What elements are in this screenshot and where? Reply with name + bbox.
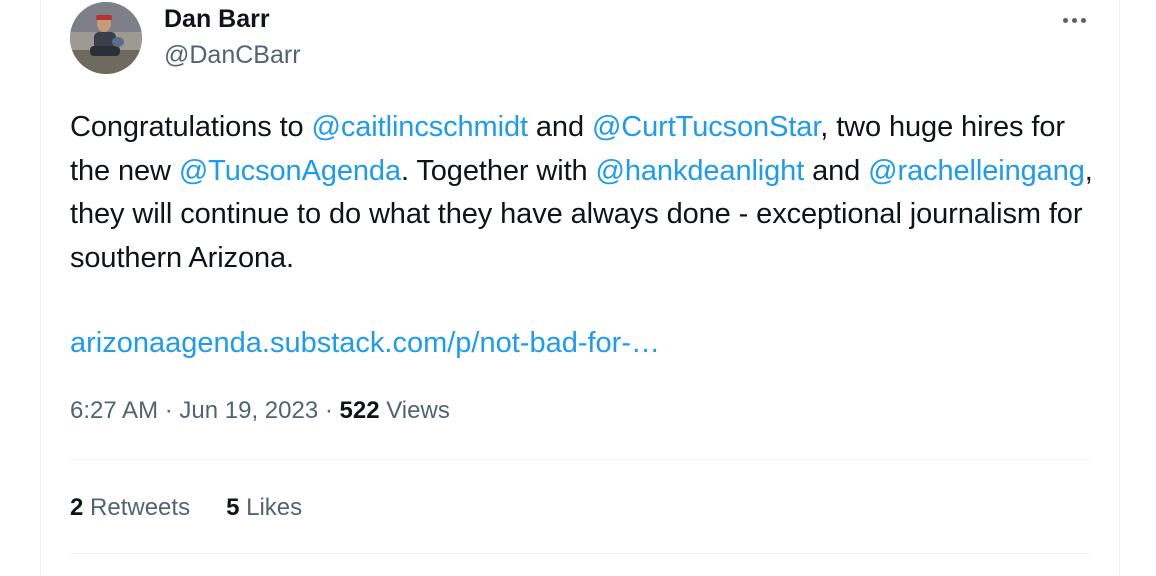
tweet-date[interactable]: Jun 19, 2023 [179, 397, 318, 424]
more-icon-dot [1071, 17, 1077, 23]
avatar[interactable] [70, 2, 142, 74]
mention-link[interactable]: @rachelleingang [868, 155, 1085, 187]
mention-link[interactable]: @caitlincschmidt [312, 111, 529, 143]
mention-link[interactable]: @CurtTucsonStar [592, 111, 820, 143]
divider [70, 553, 1090, 554]
display-name[interactable]: Dan Barr [164, 4, 301, 34]
more-horizontal-icon [1062, 17, 1068, 23]
retweets-count: 2 [70, 494, 84, 521]
tweet-text-segment: and [527, 111, 592, 143]
tweet-text: Congratulations to @caitlincschmidt and … [70, 106, 1100, 280]
tweet-time[interactable]: 6:27 AM [70, 397, 158, 424]
retweets-label: Retweets [83, 494, 191, 521]
views-label: Views [379, 397, 450, 424]
tweet-text-segment: and [804, 154, 869, 187]
likes-stat[interactable]: 5 Likes [226, 490, 302, 526]
more-options-button[interactable] [1056, 6, 1092, 34]
tweet-meta: 6:27 AM · Jun 19, 2023 · 522 Views [70, 393, 450, 429]
mention-link[interactable]: @TucsonAgenda [179, 155, 401, 187]
mention-link[interactable]: @hankdeanlight [596, 155, 805, 187]
divider [70, 459, 1090, 460]
likes-label: Likes [239, 494, 303, 521]
tweet-text-segment: . Together with [400, 154, 596, 187]
author-block: Dan Barr @DanCBarr [164, 4, 301, 72]
external-link-line: arizonaagenda.substack.com/p/not-bad-for… [70, 322, 660, 366]
retweets-stat[interactable]: 2 Retweets [70, 490, 190, 526]
meta-separator: · [158, 397, 180, 424]
user-handle[interactable]: @DanCBarr [164, 38, 301, 72]
views-count: 522 [339, 397, 380, 424]
tweet-text-segment: Congratulations to [70, 111, 312, 143]
likes-count: 5 [226, 494, 240, 521]
avatar-photo [70, 2, 142, 74]
external-link[interactable]: arizonaagenda.substack.com/p/not-bad-for… [70, 327, 660, 359]
more-icon-dot [1080, 17, 1086, 23]
engagement-stats: 2 Retweets 5 Likes [70, 490, 302, 526]
meta-separator: · [318, 397, 340, 424]
